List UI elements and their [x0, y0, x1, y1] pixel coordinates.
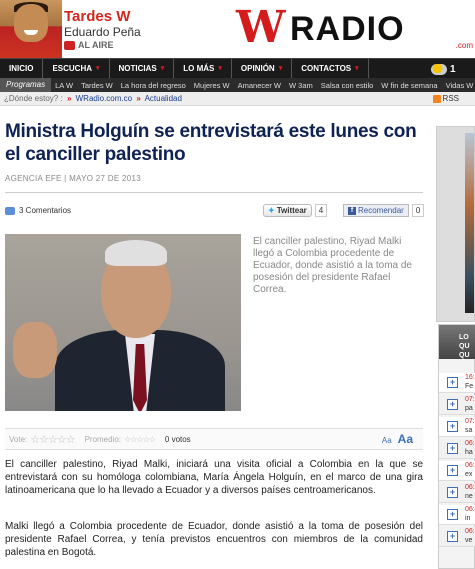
- twitter-bird-icon: ✦: [268, 206, 275, 215]
- show-title[interactable]: Tardes W: [64, 8, 130, 25]
- caret-down-icon: ▾: [355, 65, 359, 72]
- caret-down-icon: ▾: [160, 65, 165, 72]
- news-item[interactable]: +07: pa: [439, 395, 475, 415]
- nav-inicio[interactable]: INICIO: [0, 59, 44, 79]
- plus-icon[interactable]: +: [447, 399, 458, 410]
- article-headline: Ministra Holguín se entrevistará este lu…: [5, 121, 417, 165]
- site-header: Tardes W Eduardo Peña AL AIRE W RADIO .c…: [0, 0, 475, 58]
- text-smaller-button[interactable]: Aa: [382, 436, 392, 445]
- caret-down-icon: ▾: [278, 65, 283, 72]
- plus-icon[interactable]: +: [447, 443, 458, 454]
- show-host: Eduardo Peña: [64, 25, 141, 39]
- program-link[interactable]: W fin de semana: [377, 81, 441, 90]
- on-air-label: AL AIRE: [78, 40, 114, 50]
- tweet-button[interactable]: ✦ Twittear: [263, 204, 312, 217]
- speaker-icon: [64, 40, 75, 50]
- news-item[interactable]: +06: ne: [439, 483, 475, 503]
- weather-widget[interactable]: 1: [431, 59, 475, 79]
- twitter-share: ✦ Twittear 4: [263, 204, 328, 217]
- programs-bar: Programas LA W Tardes W La hora del regr…: [0, 78, 475, 92]
- comment-icon: [5, 206, 15, 215]
- program-link[interactable]: La hora del regreso: [117, 81, 190, 90]
- news-item[interactable]: +07: sa: [439, 417, 475, 437]
- program-link[interactable]: W 3am: [285, 81, 317, 90]
- nav-escucha[interactable]: ESCUCHA ▾: [43, 59, 110, 79]
- nav-lo-mas[interactable]: LO MÁS ▾: [174, 59, 232, 79]
- program-link[interactable]: Vidas W: [442, 81, 475, 90]
- news-item[interactable]: +06: ve: [439, 527, 475, 547]
- article-byline: AGENCIA EFE | MAYO 27 DE 2013: [5, 174, 142, 183]
- nav-noticias[interactable]: NOTICIAS ▾: [110, 59, 175, 79]
- main-nav: INICIO ESCUCHA ▾ NOTICIAS ▾ LO MÁS ▾ OPINIÓ…: [0, 58, 475, 79]
- article-paragraph: El canciller palestino, Riyad Malki, ini…: [5, 459, 423, 496]
- programs-label: Programas: [0, 78, 52, 92]
- caret-down-icon: ▾: [96, 65, 100, 72]
- breadcrumb: ¿Dónde estoy? : » WRadio.com.co » Actual…: [0, 92, 475, 106]
- program-link[interactable]: Salsa con estilo: [317, 81, 378, 90]
- rss-icon: [432, 95, 441, 103]
- divider: [5, 192, 423, 193]
- news-item[interactable]: +06: ex: [439, 461, 475, 481]
- facebook-icon: f: [348, 206, 356, 215]
- program-link[interactable]: Amanecer W: [234, 81, 285, 90]
- breadcrumb-section[interactable]: Actualidad: [145, 94, 182, 103]
- program-link[interactable]: Tardes W: [77, 81, 117, 90]
- plus-icon[interactable]: +: [447, 465, 458, 476]
- caret-down-icon: ▾: [218, 65, 222, 72]
- plus-icon[interactable]: +: [447, 531, 458, 542]
- photo-caption: El canciller palestino, Riyad Malki lleg…: [253, 236, 412, 295]
- plus-icon[interactable]: +: [447, 421, 458, 432]
- average-stars: ☆☆☆☆☆: [124, 434, 156, 444]
- program-link[interactable]: Mujeres W: [190, 81, 234, 90]
- on-air-badge[interactable]: AL AIRE: [64, 40, 114, 50]
- recommend-count: 0: [411, 204, 425, 217]
- comments-link[interactable]: 3 Comentarios: [5, 206, 71, 215]
- article-photo: [5, 234, 241, 411]
- votes-count: 0 votos: [164, 434, 191, 444]
- weather-icon: [431, 63, 447, 75]
- text-size-controls: Aa Aa: [382, 432, 413, 446]
- wradio-logo[interactable]: W RADIO .com: [236, 2, 475, 58]
- vote-label: Vote:: [9, 434, 28, 444]
- rating-bar: Vote: ☆☆☆☆☆ Promedio: ☆☆☆☆☆ 0 votos Aa A…: [5, 428, 423, 450]
- vote-stars[interactable]: ☆☆☆☆☆: [30, 433, 75, 446]
- news-item[interactable]: +16: Fe: [439, 373, 475, 393]
- recommend-button[interactable]: f Recomendar: [343, 204, 409, 217]
- article-paragraph: Malki llegó a Colombia procedente de Ecu…: [5, 521, 423, 558]
- nav-contactos[interactable]: CONTACTOS ▾: [292, 59, 369, 79]
- facebook-share: f Recomendar 0: [343, 204, 425, 217]
- host-photo[interactable]: [0, 0, 62, 58]
- average-label: Promedio:: [84, 434, 122, 444]
- news-item[interactable]: +06: in: [439, 505, 475, 525]
- rss-link[interactable]: RSS: [432, 92, 459, 106]
- latest-news-box: LO QU QU +16: Fe +07: pa +07: sa +06: ha +06:…: [438, 324, 475, 569]
- plus-icon[interactable]: +: [447, 509, 458, 520]
- nav-opinion[interactable]: OPINIÓN ▾: [232, 59, 293, 79]
- right-column: LO QU QU +16: Fe +07: pa +07: sa +06: ha +06:…: [436, 106, 475, 569]
- plus-icon[interactable]: +: [447, 487, 458, 498]
- plus-icon[interactable]: +: [447, 377, 458, 388]
- breadcrumb-where: ¿Dónde estoy? :: [4, 94, 63, 103]
- program-link[interactable]: LA W: [51, 81, 77, 90]
- text-larger-button[interactable]: Aa: [398, 432, 413, 446]
- side-ad[interactable]: [436, 126, 475, 322]
- breadcrumb-home[interactable]: WRadio.com.co: [76, 94, 132, 103]
- tweet-count: 4: [314, 204, 328, 217]
- latest-news-title: LO QU QU: [439, 325, 475, 359]
- news-item[interactable]: +06: ha: [439, 439, 475, 459]
